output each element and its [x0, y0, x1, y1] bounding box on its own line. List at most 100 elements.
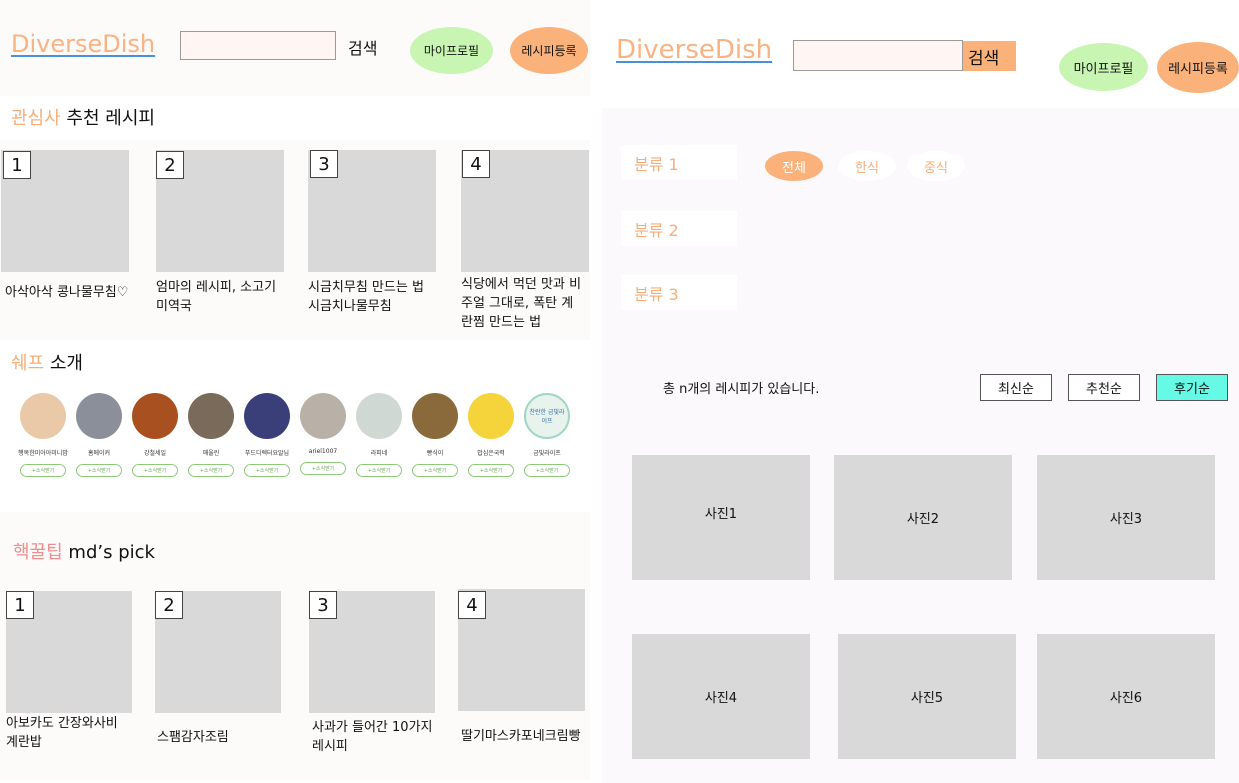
right-my-profile-button[interactable]: 마이프로필 — [1059, 43, 1148, 91]
subscribe-button[interactable]: +소식받기 — [188, 464, 234, 477]
chef-card[interactable]: 찬란한 금빛라이프금빛라이프 +소식받기 — [519, 393, 575, 477]
chef-name: 행복한미아아미니맘 — [18, 450, 68, 457]
category-row-1[interactable]: 분류 1 — [621, 145, 737, 180]
recipe-caption[interactable]: 식당에서 먹던 맛과 비주얼 그대로, 폭탄 계란찜 만드는 법 — [461, 275, 583, 332]
interest-title-accent: 관심사 — [11, 108, 61, 129]
chef-avatar[interactable] — [468, 393, 514, 439]
chef-title-rest: 소개 — [49, 353, 83, 374]
rank-number: 2 — [156, 151, 184, 179]
left-register-recipe-button[interactable]: 레시피등록 — [510, 27, 588, 74]
subscribe-button[interactable]: +소식받기 — [132, 464, 178, 477]
right-search-button[interactable]: 검색 — [963, 41, 1016, 71]
subscribe-button[interactable]: +소식받기 — [76, 464, 122, 477]
category-row-2[interactable]: 분류 2 — [621, 211, 737, 246]
photo-label: 사진6 — [1109, 691, 1143, 706]
photo-label: 사진5 — [910, 691, 944, 706]
chef-avatar[interactable] — [132, 393, 178, 439]
mdpick-title-rest: md’s pick — [68, 542, 155, 563]
chef-card[interactable]: 홈메이커 +소식받기 — [71, 393, 127, 477]
recipe-thumbnail[interactable]: 1 — [1, 150, 129, 272]
photo-label: 사진1 — [704, 507, 738, 522]
recipe-thumbnail[interactable]: 4 — [458, 589, 585, 711]
photo-label: 사진3 — [1109, 512, 1143, 527]
chef-card[interactable]: 푸드디렉터요알님 +소식받기 — [239, 393, 295, 477]
sort-review-button[interactable]: 후기순 — [1156, 374, 1228, 401]
subscribe-button[interactable]: +소식받기 — [412, 464, 458, 477]
recipe-caption[interactable]: 엄마의 레시피, 소고기 미역국 — [156, 278, 284, 316]
mdpick-card[interactable]: 2 스팸감자조림 — [155, 591, 281, 747]
recipe-caption[interactable]: 아보카도 간장와사비 계란밥 — [6, 714, 126, 752]
chef-avatar[interactable] — [188, 393, 234, 439]
chef-card[interactable]: 강철세일 +소식받기 — [127, 393, 183, 477]
chef-list: 행복한미아아미니맘 +소식받기 홈메이커 +소식받기 강철세일 +소식받기 매울린 +소식받기… — [15, 393, 581, 493]
recipe-caption[interactable]: 스팸감자조림 — [157, 728, 281, 747]
chef-name: 금빛라이프 — [533, 450, 561, 457]
recipe-photo-2[interactable]: 사진2 — [834, 455, 1012, 580]
mdpick-card[interactable]: 3 사과가 들어간 10가지 레시피 — [309, 591, 435, 756]
chef-card[interactable]: ariel1007 +소식받기 — [295, 393, 351, 475]
recipe-photo-6[interactable]: 사진6 — [1037, 634, 1215, 759]
photo-label: 사진4 — [704, 691, 738, 706]
recipe-thumbnail[interactable]: 4 — [461, 150, 589, 272]
interest-card[interactable]: 1 아삭아삭 콩나물무침♡ — [1, 150, 129, 302]
chef-avatar[interactable]: 찬란한 금빛라이프 — [524, 393, 570, 439]
chef-card[interactable]: 빵식이 +소식받기 — [407, 393, 463, 477]
interest-card[interactable]: 3 시금치무침 만드는 법 시금치나물무침 — [308, 150, 436, 316]
left-search-input[interactable] — [180, 31, 336, 60]
recipe-photo-4[interactable]: 사진4 — [632, 634, 810, 759]
category-row-3[interactable]: 분류 3 — [621, 275, 737, 310]
recipe-thumbnail[interactable]: 3 — [309, 591, 435, 713]
chef-avatar[interactable] — [300, 393, 346, 439]
chef-card[interactable]: 행복한미아아미니맘 +소식받기 — [15, 393, 71, 477]
recipe-count-text: 총 n개의 레시피가 있습니다. — [663, 382, 820, 397]
subscribe-button[interactable]: +소식받기 — [524, 464, 570, 477]
left-my-profile-button[interactable]: 마이프로필 — [410, 27, 493, 74]
interest-card[interactable]: 2 엄마의 레시피, 소고기 미역국 — [156, 150, 284, 316]
sort-latest-button[interactable]: 최신순 — [980, 374, 1052, 401]
subscribe-button[interactable]: +소식받기 — [468, 464, 514, 477]
interest-card[interactable]: 4 식당에서 먹던 맛과 비주얼 그대로, 폭탄 계란찜 만드는 법 — [461, 150, 589, 332]
chef-card[interactable]: 밥심은국력 +소식받기 — [463, 393, 519, 477]
chip-korean[interactable]: 한식 — [838, 151, 896, 181]
recipe-thumbnail[interactable]: 2 — [155, 591, 281, 713]
chef-card[interactable]: 라피네 +소식받기 — [351, 393, 407, 477]
chef-avatar[interactable] — [76, 393, 122, 439]
recipe-photo-3[interactable]: 사진3 — [1037, 455, 1215, 580]
right-search-input[interactable] — [793, 40, 963, 71]
chef-title-accent: 쉐프 — [11, 353, 45, 374]
interest-title-rest: 추천 레시피 — [66, 108, 155, 129]
chef-avatar[interactable] — [412, 393, 458, 439]
rank-number: 1 — [6, 591, 34, 619]
left-logo[interactable]: DiverseDish — [11, 30, 155, 58]
recipe-caption[interactable]: 딸기마스카포네크림빵 — [461, 727, 585, 746]
recipe-thumbnail[interactable]: 1 — [6, 591, 132, 713]
rank-number: 4 — [458, 591, 486, 619]
subscribe-button[interactable]: +소식받기 — [300, 462, 346, 475]
recipe-caption[interactable]: 시금치무침 만드는 법 시금치나물무침 — [308, 278, 428, 316]
rank-number: 3 — [310, 150, 338, 178]
chip-all[interactable]: 전체 — [765, 151, 823, 181]
subscribe-button[interactable]: +소식받기 — [244, 464, 290, 477]
recipe-thumbnail[interactable]: 3 — [308, 150, 436, 272]
recipe-caption[interactable]: 사과가 들어간 10가지 레시피 — [312, 718, 436, 756]
right-logo[interactable]: DiverseDish — [616, 35, 772, 65]
mdpick-card[interactable]: 1 아보카도 간장와사비 계란밥 — [6, 591, 132, 752]
chef-name: ariel1007 — [308, 448, 338, 455]
recipe-photo-1[interactable]: 사진1 — [632, 455, 810, 580]
left-search-button[interactable]: 검색 — [348, 35, 377, 59]
rank-number: 1 — [3, 151, 31, 179]
recipe-caption[interactable]: 아삭아삭 콩나물무침♡ — [5, 283, 129, 302]
chip-chinese[interactable]: 중식 — [907, 151, 965, 181]
recipe-photo-5[interactable]: 사진5 — [838, 634, 1016, 759]
recipe-thumbnail[interactable]: 2 — [156, 150, 284, 272]
right-register-recipe-button[interactable]: 레시피등록 — [1157, 42, 1239, 93]
chef-avatar[interactable] — [244, 393, 290, 439]
mdpick-card[interactable]: 4 딸기마스카포네크림빵 — [458, 589, 585, 746]
sort-recommended-button[interactable]: 추천순 — [1068, 374, 1140, 401]
mdpick-section-title: 핵꿀팁 md’s pick — [13, 538, 155, 564]
chef-avatar[interactable] — [356, 393, 402, 439]
subscribe-button[interactable]: +소식받기 — [20, 464, 66, 477]
chef-card[interactable]: 매울린 +소식받기 — [183, 393, 239, 477]
subscribe-button[interactable]: +소식받기 — [356, 464, 402, 477]
chef-avatar[interactable] — [20, 393, 66, 439]
